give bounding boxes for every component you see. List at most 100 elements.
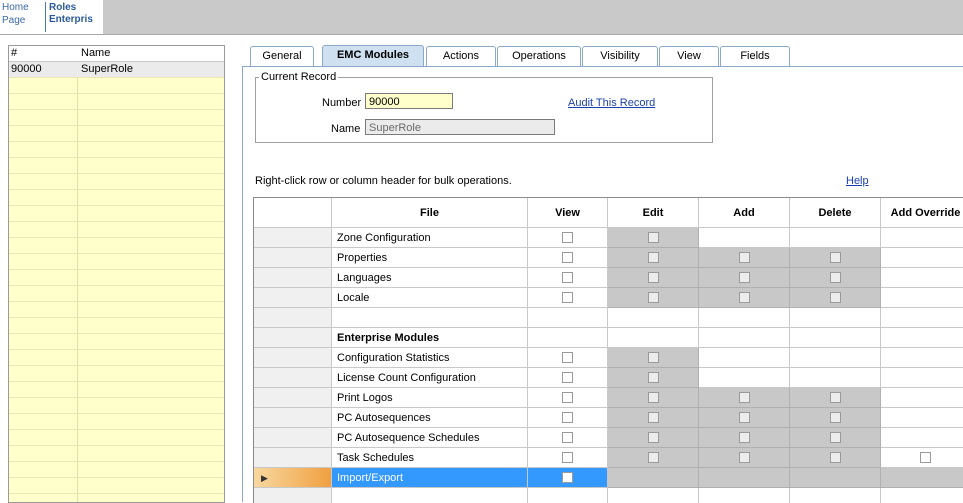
override-cell	[881, 308, 963, 328]
delete-checkbox[interactable]	[830, 412, 841, 423]
delete-checkbox[interactable]	[830, 392, 841, 403]
column-header-delete[interactable]: Delete	[790, 198, 881, 228]
grid-row[interactable]	[254, 308, 963, 328]
home-label-line2: Page	[2, 15, 26, 26]
row-selector[interactable]	[254, 408, 332, 428]
tab-general[interactable]: General	[250, 46, 314, 66]
role-row[interactable]: 90000 SuperRole	[9, 62, 224, 78]
row-selector[interactable]	[254, 308, 332, 328]
view-checkbox[interactable]	[562, 252, 573, 263]
grid-row[interactable]: Configuration Statistics	[254, 348, 963, 368]
view-checkbox[interactable]	[562, 372, 573, 383]
current-record-legend: Current Record	[261, 71, 337, 83]
add-checkbox[interactable]	[739, 432, 750, 443]
view-checkbox[interactable]	[562, 292, 573, 303]
add-checkbox[interactable]	[739, 452, 750, 463]
tab-operations[interactable]: Operations	[497, 46, 581, 66]
tab-actions[interactable]: Actions	[426, 46, 496, 66]
name-field[interactable]: SuperRole	[365, 119, 555, 135]
override-checkbox[interactable]	[920, 452, 931, 463]
audit-record-link[interactable]: Audit This Record	[568, 97, 655, 109]
row-selector[interactable]	[254, 388, 332, 408]
file-cell: Properties	[332, 248, 528, 268]
edit-checkbox[interactable]	[648, 412, 659, 423]
row-selector[interactable]	[254, 448, 332, 468]
row-selector[interactable]: ▶	[254, 468, 332, 488]
add-checkbox[interactable]	[739, 272, 750, 283]
add-cell	[699, 288, 790, 308]
edit-checkbox[interactable]	[648, 432, 659, 443]
column-header-name[interactable]: Name	[81, 47, 110, 59]
view-checkbox[interactable]	[562, 432, 573, 443]
grid-row[interactable]: License Count Configuration	[254, 368, 963, 388]
row-selector[interactable]	[254, 288, 332, 308]
edit-checkbox[interactable]	[648, 392, 659, 403]
view-checkbox[interactable]	[562, 352, 573, 363]
column-header-override[interactable]: Add Override	[881, 198, 963, 228]
row-selector[interactable]	[254, 328, 332, 348]
empty-list-row	[9, 366, 224, 382]
view-checkbox[interactable]	[562, 272, 573, 283]
delete-checkbox[interactable]	[830, 292, 841, 303]
grid-row[interactable]: Enterprise Modules	[254, 328, 963, 348]
view-checkbox[interactable]	[562, 472, 573, 483]
grid-row[interactable]: Zone Configuration	[254, 228, 963, 248]
roles-list: # Name 90000 SuperRole	[8, 45, 225, 503]
column-header-number[interactable]: #	[11, 47, 17, 59]
row-selector[interactable]	[254, 268, 332, 288]
column-header-view[interactable]: View	[528, 198, 608, 228]
view-checkbox[interactable]	[562, 392, 573, 403]
delete-checkbox[interactable]	[830, 452, 841, 463]
column-header-edit[interactable]: Edit	[608, 198, 699, 228]
tab-view[interactable]: View	[659, 46, 719, 66]
add-checkbox[interactable]	[739, 292, 750, 303]
row-selector[interactable]	[254, 348, 332, 368]
delete-checkbox[interactable]	[830, 252, 841, 263]
grid-row[interactable]: Print Logos	[254, 388, 963, 408]
row-selector[interactable]	[254, 248, 332, 268]
number-field[interactable]: 90000	[365, 93, 453, 109]
grid-row[interactable]: Languages	[254, 268, 963, 288]
grid-corner-header[interactable]	[254, 198, 332, 228]
edit-checkbox[interactable]	[648, 352, 659, 363]
edit-checkbox[interactable]	[648, 272, 659, 283]
edit-checkbox[interactable]	[648, 232, 659, 243]
top-bar: Home Page Roles Enterpris	[0, 0, 963, 35]
file-cell: Import/Export	[332, 468, 528, 488]
grid-row[interactable]: PC Autosequence Schedules	[254, 428, 963, 448]
grid-row[interactable]: Task Schedules	[254, 448, 963, 468]
add-checkbox[interactable]	[739, 412, 750, 423]
delete-cell	[790, 228, 881, 248]
delete-checkbox[interactable]	[830, 432, 841, 443]
view-cell	[528, 408, 608, 428]
help-link[interactable]: Help	[846, 175, 869, 187]
view-checkbox[interactable]	[562, 412, 573, 423]
edit-checkbox[interactable]	[648, 292, 659, 303]
roles-breadcrumb[interactable]: Roles Enterpris	[45, 0, 103, 34]
view-checkbox[interactable]	[562, 232, 573, 243]
column-header-file[interactable]: File	[332, 198, 528, 228]
override-cell	[881, 288, 963, 308]
row-selector[interactable]	[254, 428, 332, 448]
home-page-link[interactable]: Home Page	[0, 0, 45, 34]
edit-checkbox[interactable]	[648, 252, 659, 263]
view-checkbox[interactable]	[562, 452, 573, 463]
add-checkbox[interactable]	[739, 392, 750, 403]
grid-row[interactable]: Properties	[254, 248, 963, 268]
edit-cell	[608, 268, 699, 288]
roles-list-header[interactable]: # Name	[9, 46, 224, 62]
role-number: 90000	[11, 63, 42, 75]
grid-row[interactable]: PC Autosequences	[254, 408, 963, 428]
edit-checkbox[interactable]	[648, 372, 659, 383]
column-header-add[interactable]: Add	[699, 198, 790, 228]
row-selector[interactable]	[254, 228, 332, 248]
grid-row[interactable]: ▶ Import/Export	[254, 468, 963, 488]
add-checkbox[interactable]	[739, 252, 750, 263]
delete-checkbox[interactable]	[830, 272, 841, 283]
edit-checkbox[interactable]	[648, 452, 659, 463]
tab-visibility[interactable]: Visibility	[582, 46, 658, 66]
row-selector[interactable]	[254, 368, 332, 388]
tab-emc-modules[interactable]: EMC Modules	[322, 45, 424, 67]
tab-fields[interactable]: Fields	[720, 46, 790, 66]
grid-row[interactable]: Locale	[254, 288, 963, 308]
